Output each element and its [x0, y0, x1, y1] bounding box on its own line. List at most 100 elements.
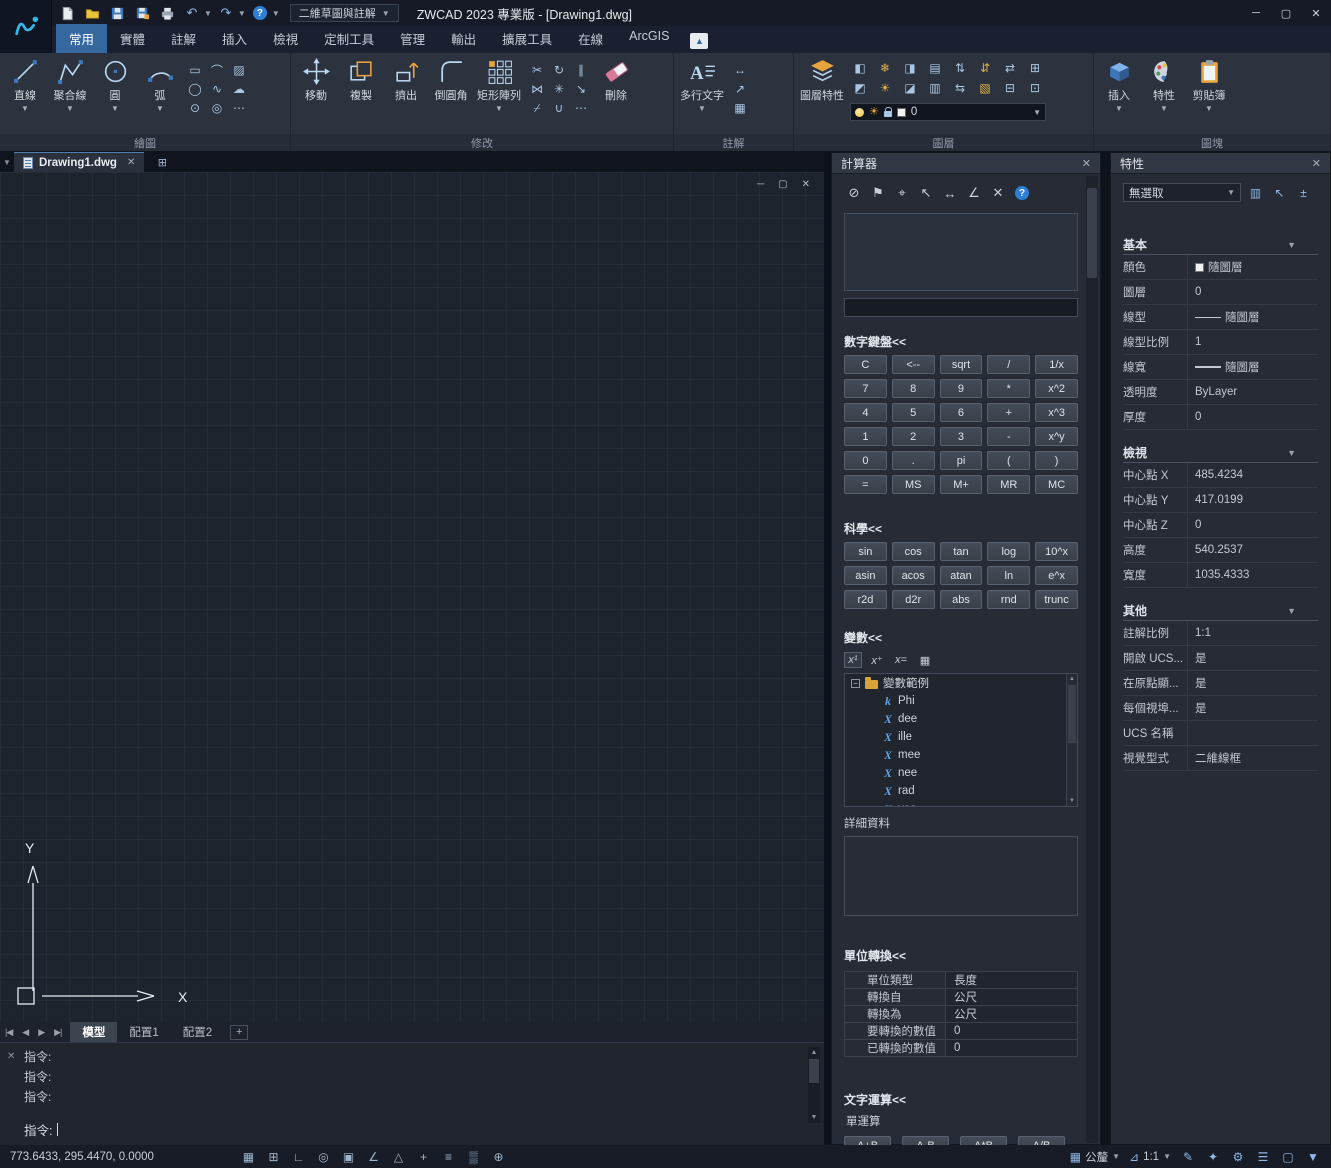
pickadd-toggle-icon[interactable]: ± [1294, 184, 1313, 202]
layer-lock-icon[interactable]: ◨ [902, 60, 918, 76]
layer-make-current-icon[interactable]: ⇅ [952, 60, 968, 76]
command-line-panel[interactable]: ✕ 指令:指令:指令: 指令: ▲ ▼ [0, 1042, 824, 1145]
layout-tab-1[interactable]: 配置1 [117, 1022, 170, 1042]
layer-merge-icon[interactable]: ⊟ [1002, 80, 1018, 96]
layer-plot-icon[interactable]: ▥ [927, 80, 943, 96]
ribbon-button-line[interactable]: 直線▼ [3, 56, 47, 114]
calc-fn-r2d[interactable]: r2d [844, 590, 887, 609]
last-layout-icon[interactable]: ▶| [49, 1027, 66, 1038]
clean-screen-icon[interactable]: ▢ [1280, 1149, 1296, 1165]
ribbon-button-mtext[interactable]: A多行文字▼ [677, 56, 727, 114]
layer-more-icon[interactable]: ⊡ [1027, 80, 1043, 96]
calc-key-2[interactable]: 2 [892, 427, 935, 446]
layer-off-icon[interactable]: ◩ [852, 80, 868, 96]
zwcad-logo[interactable] [0, 0, 52, 53]
ribbon-button-palette[interactable]: 特性▼ [1142, 56, 1186, 114]
calc-key-mr[interactable]: MR [987, 475, 1030, 494]
menu-tab-10[interactable]: ArcGIS [616, 24, 682, 53]
calc-key-square[interactable]: x^2 [1035, 379, 1078, 398]
scroll-down-icon[interactable]: ▼ [1067, 796, 1077, 806]
calc-history-display[interactable] [844, 213, 1078, 291]
command-panel-close-icon[interactable]: ✕ [7, 1051, 15, 1062]
new-icon[interactable] [56, 4, 78, 22]
calc-fn-atan[interactable]: atan [940, 566, 983, 585]
object-snap-tracking-icon[interactable]: ∠ [365, 1148, 382, 1165]
offset-icon[interactable]: ∥ [573, 62, 589, 78]
scroll-up-icon[interactable]: ▲ [808, 1047, 820, 1058]
ribbon-button-array[interactable]: 矩形陣列▼ [474, 56, 524, 114]
help-icon[interactable]: ? [1012, 184, 1032, 202]
scrollbar-thumb[interactable] [1087, 188, 1097, 278]
grid-display-icon[interactable]: ▦ [240, 1148, 257, 1165]
layer-on-icon[interactable]: ◧ [852, 60, 868, 76]
annotation-visibility-icon[interactable]: ✎ [1180, 1149, 1196, 1165]
angle-icon[interactable]: ∠ [964, 184, 984, 202]
layer-match-icon[interactable]: ⇵ [977, 60, 993, 76]
properties-group-view[interactable]: 檢視▼ [1123, 443, 1318, 463]
plot-icon[interactable] [156, 4, 178, 22]
calc-key-9[interactable]: 9 [940, 379, 983, 398]
calc-key-c[interactable]: C [844, 355, 887, 374]
rotate-icon[interactable]: ↻ [551, 62, 567, 78]
trim-icon[interactable]: ✂ [529, 62, 545, 78]
calc-fn-exp[interactable]: e^x [1035, 566, 1078, 585]
viewport-close-icon[interactable]: ✕ [802, 179, 810, 190]
object-snap-icon[interactable]: ▣ [340, 1148, 357, 1165]
calc-key-4[interactable]: 4 [844, 403, 887, 422]
selection-cycling-icon[interactable]: ⊕ [490, 1148, 507, 1165]
variable-item-dee[interactable]: Xdee [845, 710, 1077, 728]
calc-key-cube[interactable]: x^3 [1035, 403, 1078, 422]
calc-fn-d2r[interactable]: d2r [892, 590, 935, 609]
first-layout-icon[interactable]: |◀ [0, 1027, 17, 1038]
close-button[interactable]: ✕ [1301, 2, 1331, 24]
qat-customize-chevron[interactable]: ▼ [272, 9, 280, 18]
explode-icon[interactable]: ✳ [551, 81, 567, 97]
calc-key-ms[interactable]: MS [892, 475, 935, 494]
polar-tracking-icon[interactable]: ◎ [315, 1148, 332, 1165]
calc-key-m[interactable]: M+ [940, 475, 983, 494]
document-tab[interactable]: Drawing1.dwg ✕ [14, 152, 144, 172]
variable-delete-icon[interactable]: x= [892, 652, 910, 668]
quick-select-icon[interactable]: ▥ [1246, 184, 1265, 202]
annotation-scale-selector[interactable]: ⊿ 1:1 ▼ [1129, 1150, 1171, 1164]
layer-walk-icon[interactable]: ⇆ [952, 80, 968, 96]
textop-a-b[interactable]: A-B [902, 1136, 949, 1145]
properties-group-general[interactable]: 基本▼ [1123, 235, 1318, 255]
calc-key-minus[interactable]: - [987, 427, 1030, 446]
calculator-close-icon[interactable]: ✕ [1082, 157, 1091, 170]
viewport-restore-icon[interactable]: ▢ [778, 179, 787, 190]
calc-fn-rnd[interactable]: rnd [987, 590, 1030, 609]
textop-a-b[interactable]: A*B [960, 1136, 1007, 1145]
menu-tab-7[interactable]: 輸出 [438, 24, 489, 53]
calc-key-power[interactable]: x^y [1035, 427, 1078, 446]
ribbon-button-fillet[interactable]: 倒圓角 [429, 56, 473, 114]
calc-input-field[interactable] [844, 298, 1078, 317]
menu-tab-6[interactable]: 管理 [387, 24, 438, 53]
join-icon[interactable]: ∪ [551, 100, 567, 116]
revision-cloud-icon[interactable]: ☁ [231, 81, 247, 97]
dimension-icon[interactable]: ↔ [732, 62, 748, 78]
calc-key-close-paren[interactable]: ) [1035, 451, 1078, 470]
calc-key-7[interactable]: 7 [844, 379, 887, 398]
calc-fn-trunc[interactable]: trunc [1035, 590, 1078, 609]
calc-fn-cos[interactable]: cos [892, 542, 935, 561]
unit-value-4[interactable]: 0 [945, 1040, 1077, 1056]
menu-tab-1[interactable]: 實體 [107, 24, 158, 53]
property-value-ucs-per-viewport[interactable]: 是 [1187, 696, 1318, 720]
calc-key-0[interactable]: 0 [844, 451, 887, 470]
calc-key-6[interactable]: 6 [940, 403, 983, 422]
properties-close-icon[interactable]: ✕ [1312, 157, 1321, 170]
distance-icon[interactable]: ↔ [940, 184, 960, 202]
ellipse-icon[interactable]: ◯ [187, 81, 203, 97]
units-selector[interactable]: ▦ 公釐 ▼ [1070, 1149, 1120, 1165]
settings-gear-icon[interactable]: ⚙ [1230, 1149, 1246, 1165]
menu-tab-2[interactable]: 註解 [158, 24, 209, 53]
undo-icon[interactable]: ↶ [181, 4, 203, 22]
calc-key-open-paren[interactable]: ( [987, 451, 1030, 470]
ribbon-button-layers[interactable]: 圖層特性 [797, 56, 847, 114]
command-prompt[interactable]: 指令: [24, 1120, 58, 1139]
calculator-scrollbar[interactable] [1086, 176, 1098, 1143]
ribbon-button-clipboard[interactable]: 剪貼簿▼ [1187, 56, 1231, 114]
tree-collapse-icon[interactable]: − [851, 679, 860, 688]
calc-key-sqrt[interactable]: sqrt [940, 355, 983, 374]
